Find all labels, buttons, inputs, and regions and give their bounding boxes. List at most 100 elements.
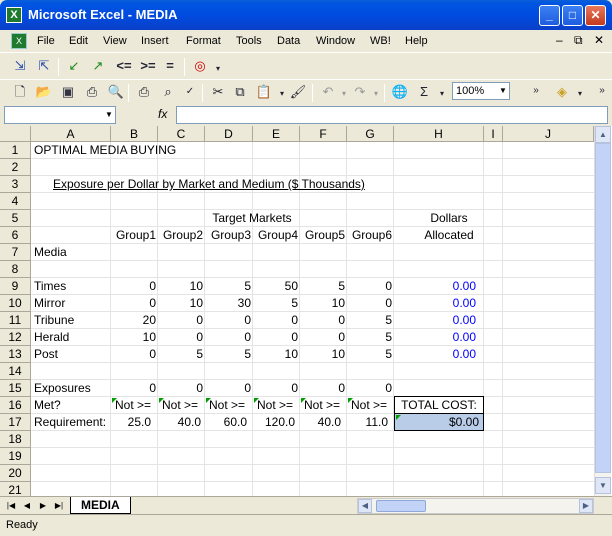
exposure-value[interactable]: 0 — [111, 346, 156, 363]
zoom-select[interactable]: 100% ▼ — [452, 82, 510, 100]
toolbar-options-2-icon[interactable]: » — [592, 81, 612, 101]
menu-tools[interactable]: Tools — [236, 35, 262, 47]
spelling-icon[interactable]: ✓ — [180, 82, 200, 102]
select-all-button[interactable] — [0, 126, 31, 142]
exposure-value[interactable]: 5 — [205, 278, 251, 295]
media-name[interactable]: Mirror — [34, 295, 65, 312]
media-name[interactable]: Tribune — [34, 312, 74, 329]
column-header-j[interactable]: J — [503, 126, 594, 142]
exposure-value[interactable]: 5 — [347, 312, 392, 329]
exposure-value[interactable]: 5 — [205, 346, 251, 363]
row-header-5[interactable]: 5 — [0, 210, 31, 227]
exposure-value[interactable]: 5 — [300, 278, 345, 295]
exposure-value[interactable]: 0 — [111, 278, 156, 295]
insert-function-icon[interactable]: fx — [158, 107, 167, 121]
row-header-17[interactable]: 17 — [0, 414, 31, 431]
row-header-19[interactable]: 19 — [0, 448, 31, 465]
minimize-button[interactable]: _ — [539, 5, 560, 26]
group-header[interactable]: Group4 — [253, 227, 298, 244]
print-icon[interactable]: ⎙ — [134, 82, 154, 102]
workbook-icon[interactable]: X — [11, 33, 27, 49]
name-box[interactable]: ▼ — [4, 106, 116, 124]
column-header-a[interactable]: A — [31, 126, 111, 142]
row-header-1[interactable]: 1 — [0, 142, 31, 159]
exposure-value[interactable]: 50 — [253, 278, 298, 295]
met-status[interactable]: Not >= — [111, 397, 158, 414]
requirement-value[interactable]: 11.0 — [347, 414, 388, 431]
workbook-minimize-button[interactable]: – — [556, 33, 563, 47]
allocated-value[interactable]: 0.00 — [394, 346, 476, 363]
toolbar-options-icon[interactable]: » — [526, 81, 546, 101]
requirement-value[interactable]: 120.0 — [253, 414, 295, 431]
target-markets-label[interactable]: Target Markets — [157, 210, 347, 227]
format-painter-icon[interactable]: 🖌 — [288, 82, 308, 102]
met-status[interactable]: Not >= — [347, 397, 394, 414]
met-status[interactable]: Not >= — [300, 397, 347, 414]
workbook-restore-button[interactable]: ⧉ — [574, 33, 583, 48]
scroll-up-icon[interactable]: ▲ — [595, 126, 611, 143]
sort-down-icon[interactable]: ⇲ — [10, 56, 30, 76]
menu-wb[interactable]: WB! — [370, 35, 391, 47]
vertical-scrollbar[interactable]: ▲ ▼ — [594, 126, 611, 496]
spreadsheet-grid[interactable]: A B C D E F G H I J 1 2 3 4 5 6 7 8 9 10… — [0, 126, 612, 496]
exposure-value[interactable]: 0 — [111, 295, 156, 312]
print-preview-icon[interactable]: 🔍 — [106, 82, 126, 102]
menu-insert[interactable]: Insert — [141, 35, 169, 47]
copy-icon[interactable]: ⧉ — [230, 82, 250, 102]
row-header-16[interactable]: 16 — [0, 397, 31, 414]
exposure-value[interactable]: 20 — [111, 312, 156, 329]
exposure-value[interactable]: 10 — [300, 295, 345, 312]
menu-view[interactable]: View — [103, 35, 127, 47]
sort-up-icon[interactable]: ⇱ — [34, 56, 54, 76]
excel-app-icon[interactable]: X — [6, 7, 22, 23]
exposure-value[interactable]: 5 — [347, 346, 392, 363]
autosum-dropdown-icon[interactable]: ▾ — [432, 84, 452, 104]
menu-help[interactable]: Help — [405, 35, 428, 47]
exposure-value[interactable]: 5 — [253, 295, 298, 312]
exposure-value[interactable]: 10 — [111, 329, 156, 346]
row-header-20[interactable]: 20 — [0, 465, 31, 482]
row-header-10[interactable]: 10 — [0, 295, 31, 312]
exposures-total[interactable]: 0 — [253, 380, 298, 397]
column-header-d[interactable]: D — [205, 126, 253, 142]
equal-button[interactable]: = — [160, 56, 180, 76]
exposure-value[interactable]: 10 — [158, 295, 203, 312]
row-header-3[interactable]: 3 — [0, 176, 31, 193]
row-header-13[interactable]: 13 — [0, 346, 31, 363]
horizontal-scrollbar[interactable]: ◀ ▶ — [357, 498, 594, 514]
exposure-value[interactable]: 5 — [347, 329, 392, 346]
allocated-value[interactable]: 0.00 — [394, 278, 476, 295]
allocated-label[interactable]: Allocated — [394, 227, 504, 244]
exposures-total[interactable]: 0 — [111, 380, 156, 397]
menu-window[interactable]: Window — [316, 35, 355, 47]
exposures-total[interactable]: 0 — [300, 380, 345, 397]
target-icon[interactable]: ◎ — [190, 56, 210, 76]
requirement-value[interactable]: 40.0 — [158, 414, 201, 431]
row-header-4[interactable]: 4 — [0, 193, 31, 210]
greater-equal-button[interactable]: >= — [138, 56, 158, 76]
close-button[interactable]: ✕ — [585, 5, 606, 26]
exposure-value[interactable]: 0 — [300, 329, 345, 346]
exposure-value[interactable]: 0 — [205, 329, 251, 346]
menu-format[interactable]: Format — [186, 35, 221, 47]
allocated-value[interactable]: 0.00 — [394, 312, 476, 329]
exposure-value[interactable]: 0 — [205, 312, 251, 329]
dollars-label[interactable]: Dollars — [394, 210, 504, 227]
hyperlink-icon[interactable]: 🌐 — [390, 82, 410, 102]
column-header-f[interactable]: F — [300, 126, 347, 142]
sheet-tab-media[interactable]: MEDIA — [70, 497, 131, 514]
workbook-close-button[interactable]: ✕ — [594, 33, 604, 47]
chevron-down-icon[interactable]: ▼ — [497, 83, 509, 99]
requirement-value[interactable]: 60.0 — [205, 414, 247, 431]
autosum-icon[interactable]: Σ — [414, 82, 434, 102]
redo-dropdown-icon[interactable]: ▾ — [366, 84, 386, 104]
exposure-value[interactable]: 0 — [347, 295, 392, 312]
menu-data[interactable]: Data — [277, 35, 300, 47]
cut-icon[interactable]: ✂ — [208, 82, 228, 102]
exposure-value[interactable]: 0 — [253, 312, 298, 329]
row-header-15[interactable]: 15 — [0, 380, 31, 397]
exposure-value[interactable]: 0 — [158, 312, 203, 329]
exposure-value[interactable]: 0 — [158, 329, 203, 346]
last-sheet-icon[interactable]: ▶| — [52, 499, 66, 513]
exposure-value[interactable]: 30 — [205, 295, 251, 312]
